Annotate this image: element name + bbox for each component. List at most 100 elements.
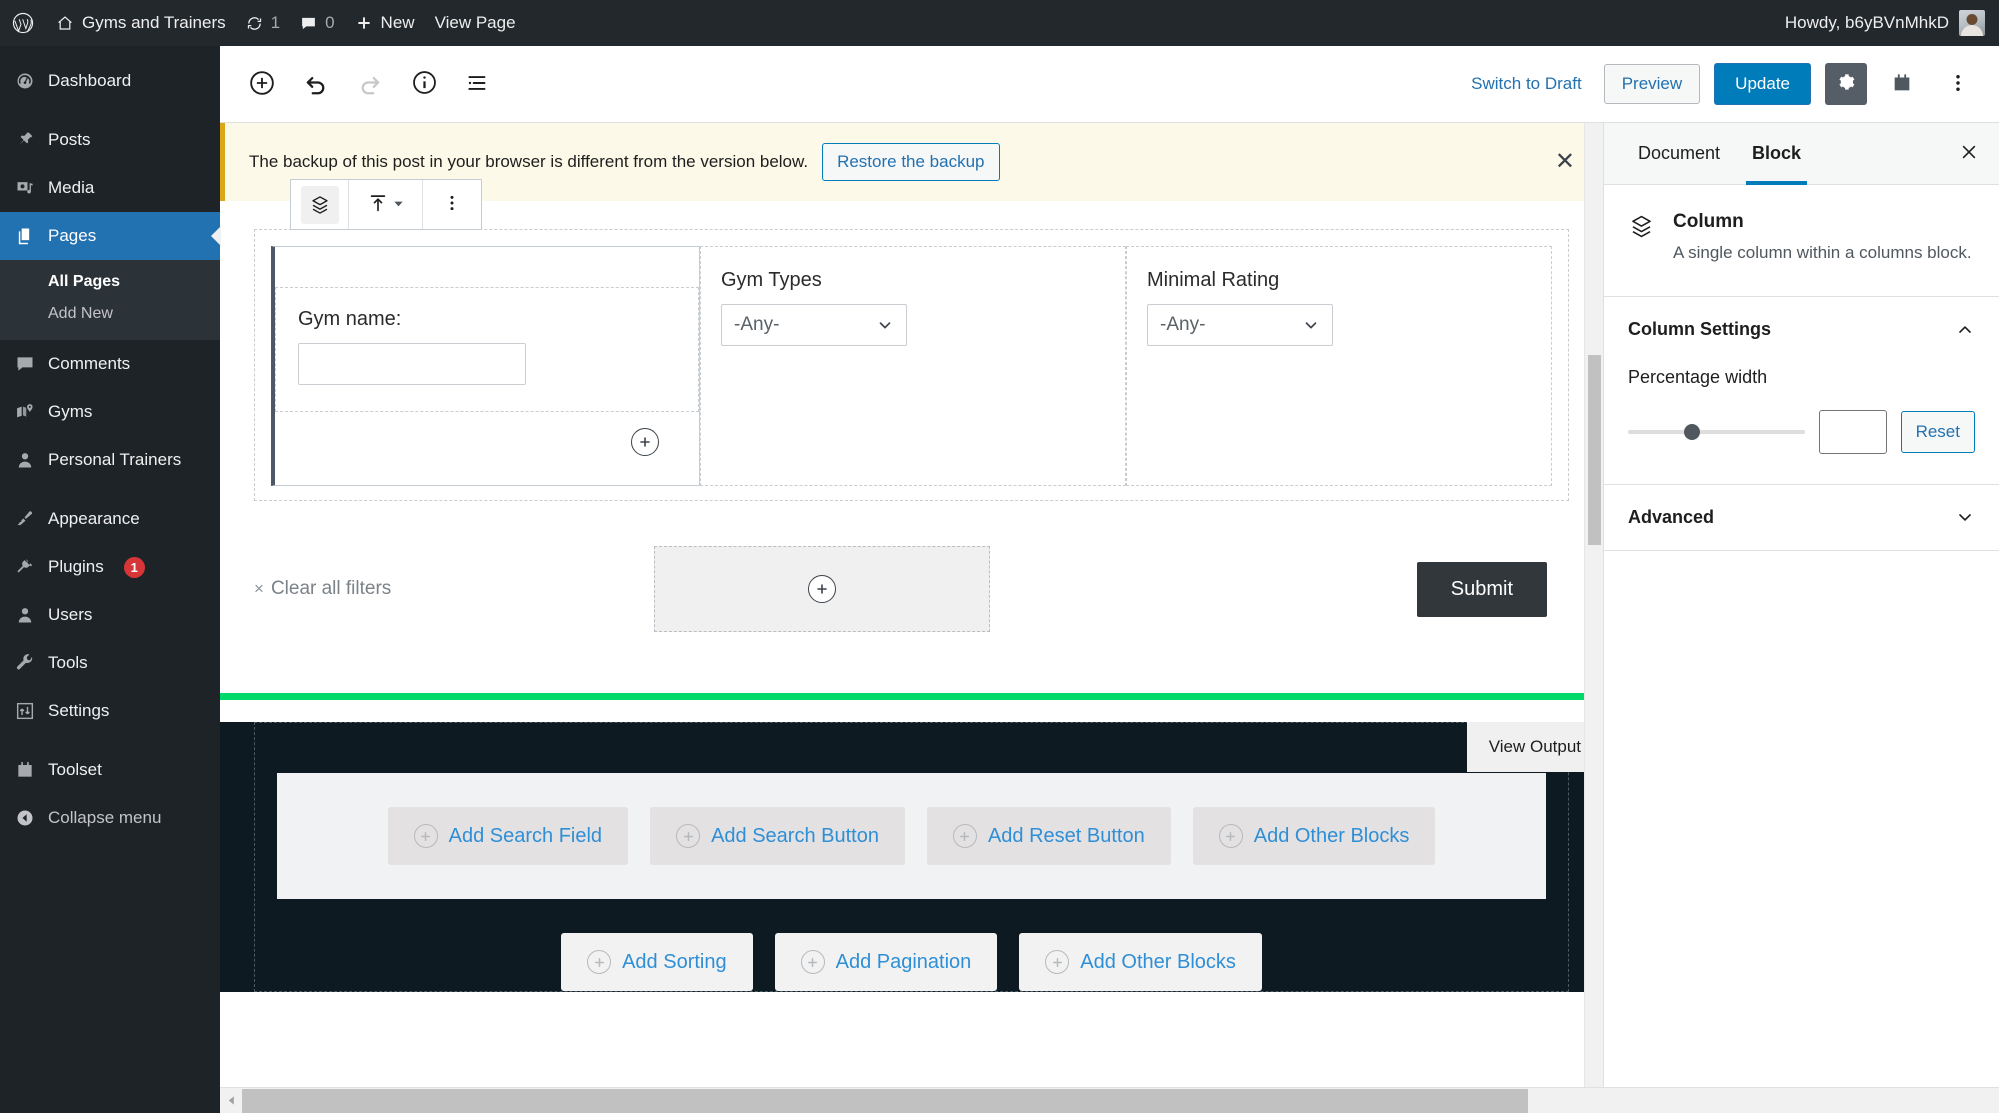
sidebar-item-label: Dashboard	[48, 71, 132, 90]
block-type-button[interactable]	[291, 180, 349, 229]
preview-button[interactable]: Preview	[1603, 64, 1701, 104]
vertical-align-button[interactable]	[349, 180, 423, 229]
updates-icon	[246, 15, 263, 32]
column-block-minimal-rating[interactable]: Minimal Rating -Any-	[1126, 246, 1552, 486]
undo-button[interactable]	[294, 62, 338, 106]
circle-plus-icon	[1218, 824, 1243, 848]
chip-label: Add Other Blocks	[1080, 950, 1236, 973]
sidebar-item-posts[interactable]: Posts	[0, 116, 220, 164]
sidebar-item-collapse-menu[interactable]: Collapse menu	[0, 794, 220, 842]
submit-button[interactable]: Submit	[1416, 561, 1547, 617]
advanced-panel-header[interactable]: Advanced	[1604, 485, 1999, 551]
close-sidebar-button[interactable]	[1949, 132, 1989, 175]
settings-button[interactable]	[1825, 63, 1867, 105]
sidebar-item-personal-trainers[interactable]: Personal Trainers	[0, 436, 220, 484]
chip-label: Add Other Blocks	[1253, 824, 1410, 847]
sidebar-item-users[interactable]: Users	[0, 591, 220, 639]
slider-thumb[interactable]	[1683, 423, 1700, 440]
add-other-blocks-button-2[interactable]: Add Other Blocks	[1019, 933, 1262, 991]
sidebar-item-media[interactable]: Media	[0, 164, 220, 212]
howdy-label[interactable]: Howdy, b6yBVnMhkD	[1785, 13, 1949, 33]
add-pagination-button[interactable]: Add Pagination	[774, 933, 998, 991]
close-icon[interactable]: ✕	[1545, 144, 1585, 180]
horizontal-scrollbar[interactable]	[220, 1087, 1999, 1113]
site-name-link[interactable]: Gyms and Trainers	[46, 0, 236, 46]
update-button[interactable]: Update	[1714, 63, 1811, 105]
updates-link[interactable]: 1	[236, 0, 290, 46]
chip-label: Add Pagination	[835, 950, 972, 973]
filters-actions-row: × Clear all filters Submit	[254, 543, 1569, 635]
sidebar-subitem-all-pages[interactable]: All Pages	[0, 266, 220, 298]
add-block-button[interactable]	[240, 62, 284, 106]
tab-block[interactable]: Block	[1736, 123, 1817, 185]
view-page-link[interactable]: View Page	[425, 0, 526, 46]
gym-types-select-wrapper: -Any-	[721, 304, 907, 346]
avatar[interactable]	[1959, 10, 1985, 36]
percentage-width-input[interactable]	[1818, 409, 1887, 454]
editor-canvas-scroll: The backup of this post in your browser …	[220, 123, 1603, 1113]
middle-block-appender[interactable]	[654, 546, 990, 632]
sidebar-item-pages[interactable]: Pages	[0, 212, 220, 260]
circle-plus-icon[interactable]	[631, 428, 659, 456]
clear-all-filters-link[interactable]: × Clear all filters	[254, 578, 654, 600]
view-output-button[interactable]: View Output	[1466, 722, 1603, 772]
canvas-vertical-scrollbar[interactable]	[1584, 123, 1603, 1113]
comments-count: 0	[325, 13, 335, 32]
switch-to-draft-button[interactable]: Switch to Draft	[1463, 68, 1590, 100]
column-block-gym-types[interactable]: Gym Types -Any-	[700, 246, 1126, 486]
percentage-width-slider[interactable]	[1628, 421, 1805, 443]
percentage-width-label: Percentage width	[1628, 366, 1768, 387]
circle-plus-icon[interactable]	[808, 575, 836, 603]
toolset-button[interactable]	[1881, 63, 1923, 105]
sidebar-item-label: Users	[48, 605, 93, 624]
minimal-rating-select[interactable]: -Any-	[1147, 304, 1333, 346]
column-layers-icon	[1628, 213, 1655, 266]
info-icon	[411, 69, 438, 99]
close-icon: ×	[254, 579, 264, 598]
new-content-link[interactable]: New	[345, 0, 425, 46]
scroll-left-arrow-icon[interactable]	[220, 1089, 242, 1113]
sidebar-item-label: Plugins	[48, 557, 104, 576]
sidebar-item-settings[interactable]: Settings	[0, 687, 220, 735]
add-sorting-button[interactable]: Add Sorting	[561, 933, 753, 991]
gym-types-select[interactable]: -Any-	[721, 304, 907, 346]
column-settings-panel-header[interactable]: Column Settings	[1604, 297, 1999, 363]
tab-document[interactable]: Document	[1622, 123, 1736, 185]
column-settings-panel-body: Percentage width Reset	[1604, 363, 1999, 485]
user-icon	[14, 604, 36, 626]
percentage-width-controls: Reset	[1628, 409, 1975, 454]
block-options-button[interactable]	[423, 180, 481, 229]
sidebar-item-gyms[interactable]: Gyms	[0, 388, 220, 436]
document-info-button[interactable]	[402, 62, 446, 106]
reset-button[interactable]: Reset	[1900, 410, 1975, 453]
wordpress-logo-button[interactable]	[0, 0, 46, 46]
sidebar-item-toolset[interactable]: Toolset	[0, 746, 220, 794]
search-form-block[interactable]: Gym name: Gym Types -Any- Minimal Rating…	[254, 179, 1569, 501]
sidebar-item-comments[interactable]: Comments	[0, 340, 220, 388]
scrollbar-thumb[interactable]	[1588, 355, 1601, 545]
redo-button[interactable]	[348, 62, 392, 106]
add-search-button-button[interactable]: Add Search Button	[650, 807, 905, 865]
more-options-button[interactable]	[1937, 63, 1979, 105]
gym-types-select-value: -Any-	[734, 314, 780, 335]
undo-icon	[303, 70, 329, 99]
list-view-button[interactable]	[456, 62, 500, 106]
add-search-field-button[interactable]: Add Search Field	[387, 807, 629, 865]
sidebar-item-tools[interactable]: Tools	[0, 639, 220, 687]
paintbrush-icon	[14, 508, 36, 530]
sidebar-item-dashboard[interactable]: Dashboard	[0, 57, 220, 105]
scrollbar-thumb[interactable]	[242, 1088, 1528, 1113]
restore-backup-button[interactable]: Restore the backup	[822, 143, 1000, 181]
sidebar-item-plugins[interactable]: Plugins 1	[0, 543, 220, 591]
field-gym-name[interactable]: Gym name:	[275, 287, 699, 412]
comments-link[interactable]: 0	[290, 0, 344, 46]
column-block-gym-name[interactable]: Gym name:	[271, 246, 700, 486]
field-label: Gym Types	[721, 269, 822, 291]
gym-name-input[interactable]	[298, 343, 526, 385]
sidebar-subitem-add-new[interactable]: Add New	[0, 298, 220, 330]
add-reset-button-button[interactable]: Add Reset Button	[926, 807, 1171, 865]
sidebar-item-appearance[interactable]: Appearance	[0, 495, 220, 543]
column-appender[interactable]	[275, 412, 699, 480]
add-other-blocks-button[interactable]: Add Other Blocks	[1192, 807, 1436, 865]
selected-block-info: Column A single column within a columns …	[1673, 211, 1972, 266]
